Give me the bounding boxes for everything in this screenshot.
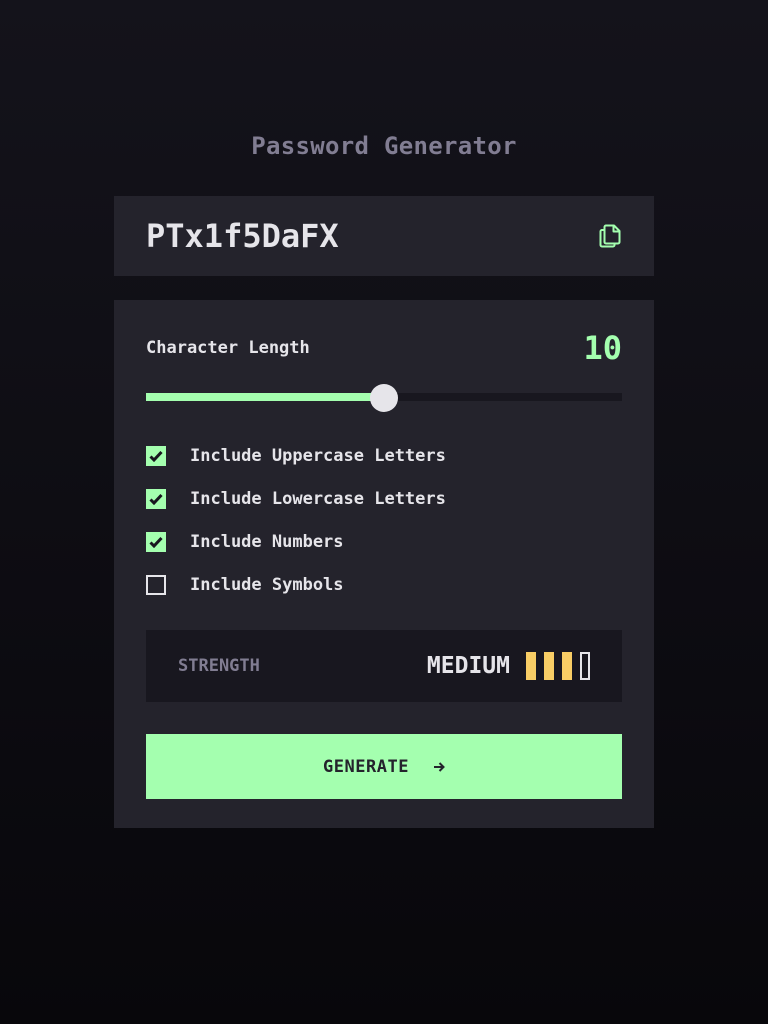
option-lowercase[interactable]: Include Lowercase Letters <box>146 477 622 520</box>
option-lowercase-label: Include Lowercase Letters <box>190 488 446 509</box>
option-numbers-label: Include Numbers <box>190 531 344 552</box>
slider-thumb[interactable] <box>370 384 398 412</box>
slider-fill <box>146 393 384 401</box>
checkmark-icon <box>149 536 163 548</box>
option-symbols-label: Include Symbols <box>190 574 344 595</box>
copy-button[interactable] <box>598 224 622 248</box>
strength-bar <box>580 652 590 680</box>
checkmark-icon <box>149 450 163 462</box>
strength-bar <box>544 652 554 680</box>
strength-value: MEDIUM <box>426 653 510 679</box>
length-slider[interactable] <box>146 384 622 412</box>
settings-panel: Character Length 10 Include Uppercase Le… <box>114 300 654 828</box>
option-numbers[interactable]: Include Numbers <box>146 520 622 563</box>
option-uppercase-label: Include Uppercase Letters <box>190 445 446 466</box>
options-list: Include Uppercase Letters Include Lowerc… <box>146 434 622 606</box>
generate-label: GENERATE <box>323 756 409 777</box>
checkbox-uppercase[interactable] <box>146 445 166 466</box>
checkbox-numbers[interactable] <box>146 531 166 552</box>
strength-bars <box>526 652 590 680</box>
character-length-row: Character Length 10 <box>146 329 622 367</box>
generate-button[interactable]: GENERATE <box>146 734 622 799</box>
character-length-value: 10 <box>583 329 622 367</box>
strength-bar <box>562 652 572 680</box>
option-uppercase[interactable]: Include Uppercase Letters <box>146 434 622 477</box>
option-symbols[interactable]: Include Symbols <box>146 563 622 606</box>
strength-label: STRENGTH <box>178 656 260 676</box>
strength-meter: STRENGTH MEDIUM <box>146 630 622 702</box>
checkbox-lowercase[interactable] <box>146 488 166 509</box>
character-length-label: Character Length <box>146 338 310 358</box>
password-value: PTx1f5DaFX <box>146 217 339 255</box>
strength-bar <box>526 652 536 680</box>
copy-icon <box>599 224 621 248</box>
strength-indicator: MEDIUM <box>427 652 590 680</box>
checkbox-symbols[interactable] <box>146 574 166 595</box>
checkmark-icon <box>149 493 163 505</box>
page-title: Password Generator <box>251 132 517 160</box>
arrow-right-icon <box>433 761 445 773</box>
password-display: PTx1f5DaFX <box>114 196 654 276</box>
